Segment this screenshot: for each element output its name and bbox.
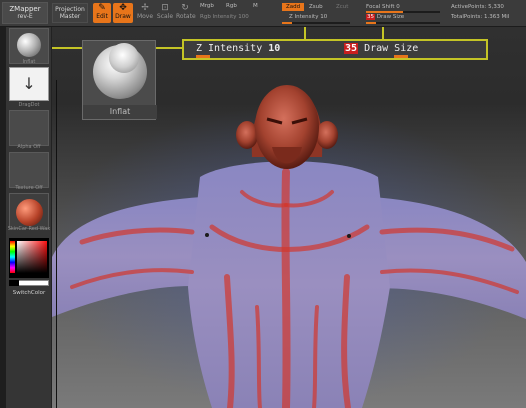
active-points-readout: ActivePoints: 5,330 (451, 4, 504, 10)
switch-color-button[interactable]: SwitchColor (6, 290, 52, 296)
right-shoulder-marker (347, 234, 351, 238)
draw-icon: ✥ (119, 3, 127, 13)
total-points-readout: TotalPoints: 1.363 Mil (451, 14, 510, 20)
vertical-guide-line (56, 80, 57, 408)
left-ear-lobe (236, 121, 258, 149)
move-label: Move (136, 13, 154, 20)
draw-label: Draw (115, 13, 131, 20)
color-saturation-square[interactable] (17, 241, 47, 273)
zsub-button[interactable]: Zsub (309, 4, 323, 10)
inflat-brush-icon (17, 33, 41, 57)
draw-button[interactable]: ✥ Draw (113, 3, 133, 23)
draw-size-value: 35 (344, 43, 359, 54)
rotate-button[interactable]: ↻ Rotate (176, 3, 196, 23)
draw-size-mini-slider[interactable]: 35 Draw Size (366, 14, 404, 20)
rotate-icon: ↻ (181, 3, 189, 13)
right-ear-lobe (316, 121, 338, 149)
zmapper-button[interactable]: ZMapper rev-E (2, 2, 48, 24)
secondary-color-swatch[interactable] (9, 280, 19, 286)
z-intensity-value: 10 (268, 43, 281, 54)
highlight-connector-z (304, 27, 306, 39)
rotate-label: Rotate (176, 13, 196, 20)
highlight-connector-mid (156, 47, 182, 49)
focal-shift-slider[interactable]: Focal Shift 0 (366, 4, 400, 10)
draw-size-mini-label: Draw Size (376, 14, 405, 20)
z-intensity-mini-slider[interactable]: Z Intensity 10 (289, 14, 327, 20)
draw-size-label: Draw Size (364, 43, 419, 54)
z-intensity-label: Z Intensity (196, 43, 263, 54)
left-shoulder-marker (205, 233, 209, 237)
material-sphere-icon (16, 199, 43, 226)
material-slot[interactable] (9, 193, 49, 229)
move-icon: ✢ (141, 3, 149, 13)
edit-icon: ✎ (98, 3, 106, 13)
z-intensity-slider[interactable]: Z Intensity 10 (196, 43, 280, 54)
hue-strip[interactable] (10, 241, 15, 273)
top-toolbar: ZMapper rev-E Projection Master ✎ Edit ✥… (0, 0, 526, 27)
brush-preview-popup[interactable]: Inflat (82, 40, 157, 120)
projection-label: Projection (55, 6, 85, 13)
focal-shift-track[interactable] (366, 11, 440, 13)
mrgb-button[interactable]: Mrgb (200, 3, 214, 9)
alpha-slot[interactable] (9, 110, 49, 146)
rgb-button[interactable]: Rgb (226, 3, 237, 9)
dragdot-arrow-icon: ↓ (22, 74, 36, 93)
edit-button[interactable]: ✎ Edit (93, 3, 111, 23)
highlight-connector-left (52, 47, 82, 49)
z-intensity-mini-track[interactable] (282, 22, 350, 24)
scale-button[interactable]: ⊡ Scale (156, 3, 174, 23)
projection-master-button[interactable]: Projection Master (52, 3, 88, 23)
draw-size-mini-track[interactable] (366, 22, 440, 24)
scale-label: Scale (156, 13, 174, 20)
material-slot-label: SkinCar Red Wax (7, 226, 51, 232)
stroke-slot[interactable]: ↓ (9, 67, 49, 101)
zmapper-sub-label: rev-E (17, 13, 33, 20)
draw-size-handle[interactable] (394, 55, 408, 58)
brush-preview-label: Inflat (83, 105, 157, 119)
draw-size-slider[interactable]: 35 Draw Size (344, 43, 418, 54)
texture-slot[interactable] (9, 152, 49, 188)
color-picker[interactable] (9, 238, 49, 278)
m-button[interactable]: M (253, 3, 258, 9)
left-tool-panel: Inflat ↓ DragDot Alpha Off Texture Off S… (6, 27, 52, 408)
draw-size-mini-value: 35 (366, 14, 375, 20)
stroke-slot-label: DragDot (18, 102, 40, 108)
move-button[interactable]: ✢ Move (136, 3, 154, 23)
zmapper-label: ZMapper (9, 5, 41, 13)
zadd-button[interactable]: Zadd (282, 3, 304, 11)
inflat-preview-bulge (109, 43, 139, 73)
alpha-slot-label: Alpha Off (17, 144, 41, 150)
zcut-button[interactable]: Zcut (336, 4, 348, 10)
projection-sub-label: Master (59, 13, 81, 20)
highlight-connector-size (382, 27, 384, 39)
z-intensity-handle[interactable] (196, 55, 210, 58)
brush-settings-bar: Z Intensity 10 35 Draw Size (182, 39, 488, 60)
edit-label: Edit (96, 13, 108, 20)
scale-icon: ⊡ (161, 3, 169, 13)
brush-slot-label: Inflat (22, 59, 36, 65)
rgb-intensity-slider[interactable]: Rgb Intensity 100 (200, 14, 249, 20)
texture-slot-label: Texture Off (15, 185, 43, 191)
